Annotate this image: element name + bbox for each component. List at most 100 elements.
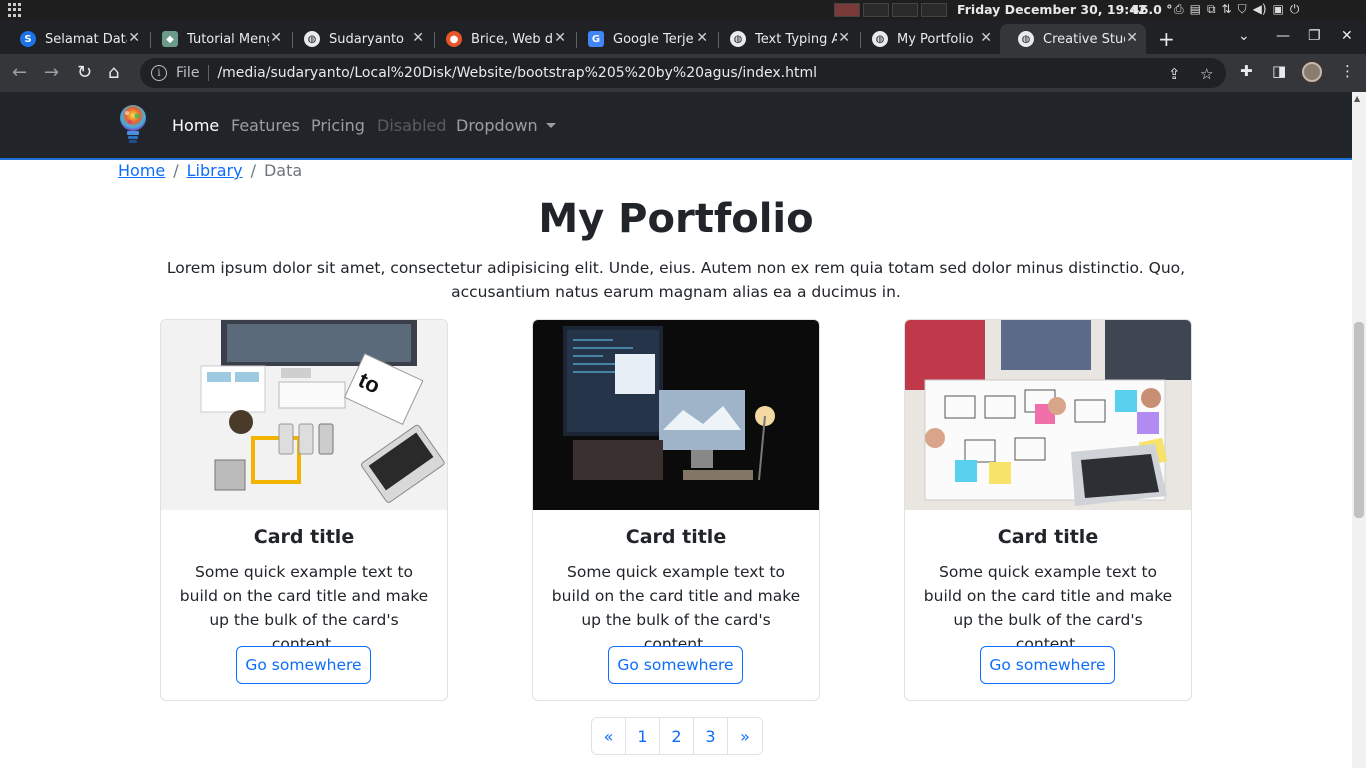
tab-label: Creative Stud — [1043, 31, 1125, 47]
home-icon[interactable]: ⌂ — [108, 62, 119, 83]
shield-icon[interactable]: ⛉ — [1238, 2, 1247, 17]
pagination-page-1[interactable]: 1 — [626, 718, 660, 754]
go-somewhere-button[interactable]: Go somewhere — [236, 646, 371, 684]
power-icon[interactable]: ⏻ — [1290, 2, 1300, 17]
go-somewhere-button[interactable]: Go somewhere — [608, 646, 743, 684]
close-icon[interactable]: ✕ — [412, 30, 424, 46]
bookmark-star-icon[interactable]: ☆ — [1200, 65, 1213, 83]
address-bar[interactable]: i File /media/sudaryanto/Local%20Disk/We… — [140, 58, 1226, 88]
tab-selamat-data[interactable]: S Selamat Data ✕ — [2, 24, 148, 54]
page-title: My Portfolio — [538, 196, 814, 242]
tab-creative-studio[interactable]: ◍ Creative Stud ✕ — [1000, 24, 1146, 54]
side-panel-icon[interactable]: ◨ — [1272, 62, 1286, 80]
nav-pricing[interactable]: Pricing — [311, 116, 365, 135]
forward-icon[interactable]: → — [44, 62, 59, 83]
close-icon[interactable]: ✕ — [270, 30, 282, 46]
reload-icon[interactable]: ↻ — [77, 62, 92, 83]
card-title: Card title — [997, 526, 1099, 548]
screens-icon[interactable]: ⧉ — [1207, 2, 1216, 17]
breadcrumb-current: Data — [263, 161, 303, 180]
cube-icon: ◆ — [162, 31, 178, 47]
pagination-page-2[interactable]: 2 — [660, 718, 694, 754]
tab-label: Sudaryanto — [329, 31, 405, 47]
scroll-up-arrow-icon[interactable]: ▲ — [1354, 94, 1360, 103]
google-translate-icon: G — [588, 31, 604, 47]
url-text[interactable]: /media/sudaryanto/Local%20Disk/Website/b… — [217, 65, 817, 81]
os-clock[interactable]: Friday December 30, 19:42 — [957, 2, 1147, 17]
system-tray: ⎙ ▤ ⧉ ⇅ ⛉ ◀) ▣ ⏻ — [1174, 2, 1299, 17]
nav-disabled: Disabled — [377, 116, 447, 135]
tab-label: Brice, Web de — [471, 31, 553, 47]
app-grid-icon[interactable] — [8, 3, 22, 17]
clipboard-icon[interactable]: ▤ — [1190, 2, 1201, 17]
globe-icon: ◍ — [872, 31, 888, 47]
site-navbar: Home Features Pricing Disabled Dropdown — [0, 92, 1352, 160]
tab-sudaryanto[interactable]: ◍ Sudaryanto ✕ — [286, 24, 432, 54]
lightbulb-logo-icon[interactable] — [118, 104, 148, 148]
tab-label: Text Typing A — [755, 31, 837, 47]
tab-tutorial[interactable]: ◆ Tutorial Meng ✕ — [144, 24, 290, 54]
info-icon[interactable]: i — [151, 65, 167, 81]
pagination: « 1 2 3 » — [591, 717, 763, 755]
portfolio-card: Card title Some quick example text to bu… — [532, 319, 820, 701]
globe-icon: ◍ — [1018, 31, 1034, 47]
restore-icon[interactable]: ❐ — [1308, 28, 1321, 44]
extensions-icon[interactable]: ✚ — [1240, 62, 1253, 80]
tab-label: Google Terje — [613, 31, 694, 47]
profile-avatar[interactable] — [1302, 62, 1322, 82]
tab-label: Selamat Data — [45, 31, 127, 47]
nav-dropdown-label: Dropdown — [456, 116, 538, 135]
breadcrumb-separator: / — [173, 161, 179, 180]
breadcrumb-library[interactable]: Library — [187, 161, 243, 180]
minimize-icon[interactable]: — — [1276, 28, 1290, 44]
card-text: Some quick example text to build on the … — [551, 563, 801, 653]
close-icon[interactable]: ✕ — [980, 30, 992, 46]
card-title: Card title — [625, 526, 727, 548]
browser-toolbar: ← → ↻ ⌂ i File /media/sudaryanto/Local%2… — [0, 54, 1366, 92]
nav-features[interactable]: Features — [231, 116, 300, 135]
menu-kebab-icon[interactable]: ⋮ — [1340, 62, 1355, 80]
nav-home[interactable]: Home — [172, 116, 219, 135]
card-text: Some quick example text to build on the … — [923, 563, 1173, 653]
portfolio-card: Card title Some quick example text to bu… — [904, 319, 1192, 701]
share-icon[interactable]: ⇪ — [1168, 65, 1181, 83]
s-circle-icon: S — [20, 31, 36, 47]
pagination-page-3[interactable]: 3 — [694, 718, 728, 754]
system-monitor-graph — [834, 3, 947, 17]
close-icon[interactable]: ✕ — [554, 30, 566, 46]
go-somewhere-button[interactable]: Go somewhere — [980, 646, 1115, 684]
close-icon[interactable]: ✕ — [838, 30, 850, 46]
tab-my-portfolio[interactable]: ◍ My Portfolio ✕ — [854, 24, 1000, 54]
card-title: Card title — [253, 526, 355, 548]
breadcrumb: Home / Library / Data — [118, 161, 302, 180]
new-tab-button[interactable]: + — [1158, 27, 1175, 51]
os-top-bar: Friday December 30, 19:42 46.0 ° ⎙ ▤ ⧉ ⇅… — [0, 0, 1366, 20]
printer-icon[interactable]: ⎙ — [1174, 2, 1184, 17]
pagination-previous[interactable]: « — [592, 718, 626, 754]
volume-icon[interactable]: ◀) — [1253, 2, 1267, 17]
card-text: Some quick example text to build on the … — [179, 563, 429, 653]
globe-icon: ◍ — [730, 31, 746, 47]
pagination-next[interactable]: » — [728, 718, 762, 754]
close-icon[interactable]: ✕ — [1126, 30, 1138, 46]
network-icon[interactable]: ⇅ — [1222, 2, 1232, 17]
tab-google-terjemahan[interactable]: G Google Terje ✕ — [570, 24, 716, 54]
scrollbar-thumb[interactable] — [1354, 322, 1364, 518]
tab-brice[interactable]: ● Brice, Web de ✕ — [428, 24, 574, 54]
tab-text-typing[interactable]: ◍ Text Typing A ✕ — [712, 24, 858, 54]
page-viewport: Home Features Pricing Disabled Dropdown … — [0, 92, 1352, 768]
close-icon[interactable]: ✕ — [696, 30, 708, 46]
nav-dropdown[interactable]: Dropdown — [456, 116, 556, 135]
back-icon[interactable]: ← — [12, 62, 27, 83]
tab-label: My Portfolio — [897, 31, 974, 47]
globe-icon: ◍ — [304, 31, 320, 47]
clipboard-manager-icon[interactable]: ▣ — [1273, 2, 1284, 17]
orange-logo-icon: ● — [446, 31, 462, 47]
breadcrumb-home[interactable]: Home — [118, 161, 165, 180]
card-image-desk: to — [161, 320, 447, 510]
os-temperature: 46.0 ° — [1131, 2, 1173, 17]
breadcrumb-separator: / — [250, 161, 256, 180]
close-window-icon[interactable]: ✕ — [1341, 28, 1353, 44]
tab-search-icon[interactable]: ⌄ — [1238, 28, 1250, 44]
close-icon[interactable]: ✕ — [128, 30, 140, 46]
